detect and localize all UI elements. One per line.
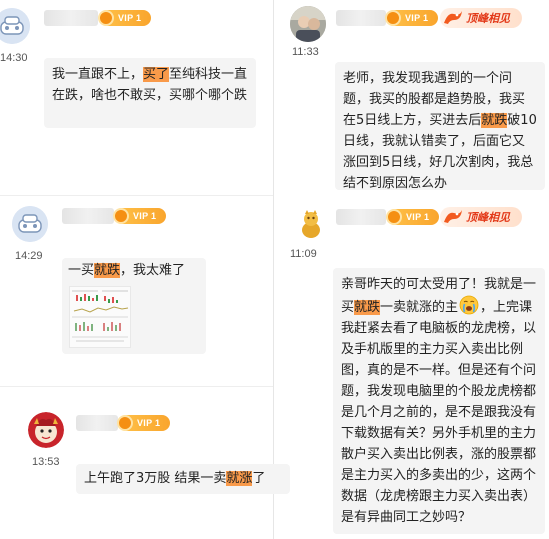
username-blurred (336, 209, 386, 225)
message-time: 13:53 (32, 456, 60, 468)
message-time: 11:33 (292, 46, 319, 58)
red-dragon-icon (28, 412, 64, 448)
vip-badge: VIP 1 (385, 10, 438, 26)
message-bubble[interactable]: 上午跑了3万股 结果一卖就涨了 (76, 464, 290, 494)
message-time: 14:30 (0, 52, 28, 64)
gold-mascot-icon (293, 206, 329, 242)
vip-coin-icon (117, 415, 133, 431)
photo-avatar-icon (290, 6, 326, 42)
vip-badge: VIP 1 (117, 415, 170, 431)
keyword-highlight: 就涨 (226, 471, 253, 486)
vip-badge: VIP 1 (113, 208, 166, 224)
crying-face-emoji-icon (459, 295, 479, 315)
stock-chart-image (72, 290, 129, 342)
avatar[interactable] (12, 206, 48, 242)
keyword-highlight: 就跌 (354, 300, 381, 315)
vip-coin-icon (98, 10, 114, 26)
peak-badge: 顶峰相见 (440, 8, 522, 28)
keyword-highlight: 就跌 (94, 263, 121, 278)
row-divider (0, 195, 273, 196)
username-blurred (44, 10, 98, 26)
vip-coin-icon (113, 208, 129, 224)
robot-car-icon (12, 206, 48, 242)
username-blurred (76, 415, 118, 431)
keyword-highlight: 买了 (143, 67, 170, 82)
message-time: 14:29 (15, 250, 43, 262)
username-blurred (336, 10, 386, 26)
dragon-icon (444, 11, 462, 24)
column-divider (273, 0, 274, 539)
vip-coin-icon (385, 10, 401, 26)
avatar[interactable] (290, 6, 326, 42)
message-bubble[interactable]: 亲哥昨天的可太受用了！我就是一买就跌一卖就涨的主 ，上完课我赶紧去看了电脑板的龙… (333, 268, 545, 534)
avatar[interactable] (28, 412, 64, 448)
row-divider (0, 386, 273, 387)
avatar[interactable] (293, 206, 329, 242)
stock-chart-thumbnail[interactable] (69, 286, 131, 348)
robot-car-icon (0, 8, 30, 44)
peak-badge: 顶峰相见 (440, 207, 522, 227)
message-bubble[interactable]: 我一直跟不上，买了至纯科技一直在跌，啥也不敢买，买哪个哪个跌 (44, 58, 256, 128)
vip-coin-icon (386, 209, 402, 225)
dragon-icon (444, 210, 462, 223)
vip-badge: VIP 1 (386, 209, 439, 225)
message-time: 11:09 (290, 248, 317, 260)
message-bubble[interactable]: 老师，我发现我遇到的一个问题，我买的股都是趋势股，我买在5日线上方，买进去后就跌… (335, 62, 545, 191)
username-blurred (62, 208, 114, 224)
avatar[interactable] (0, 8, 30, 44)
keyword-highlight: 就跌 (481, 113, 508, 128)
vip-badge: VIP 1 (98, 10, 151, 26)
